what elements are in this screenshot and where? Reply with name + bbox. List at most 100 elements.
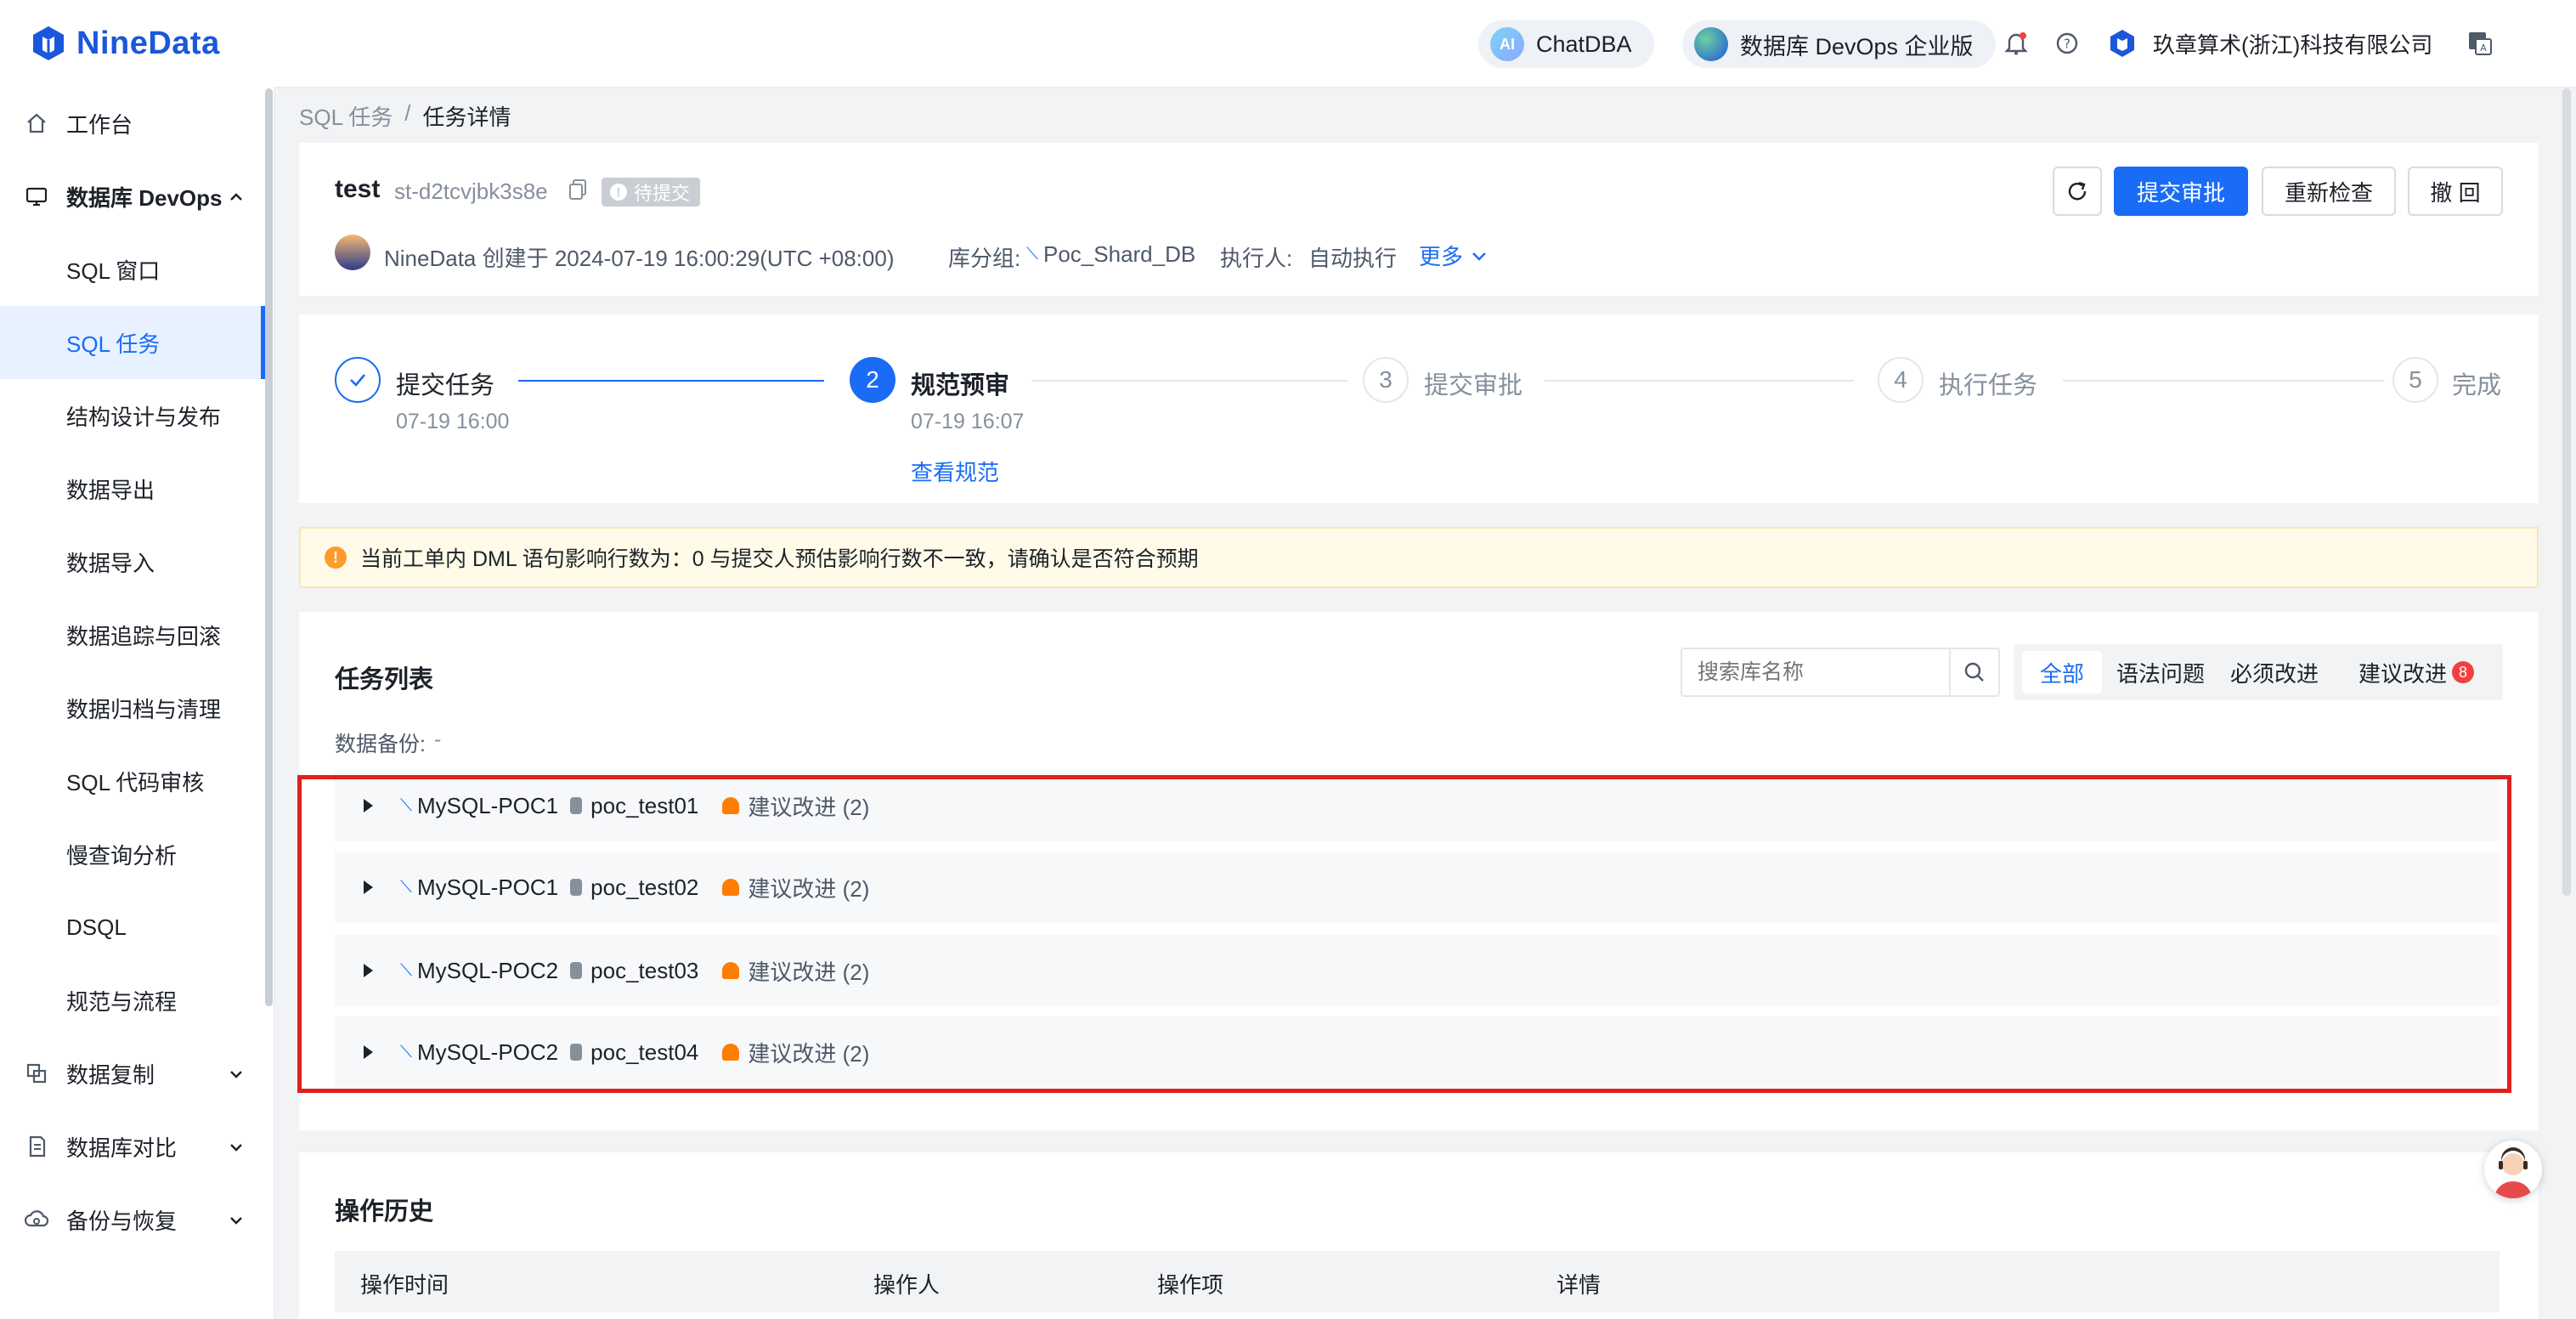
- sidebar-item-label: 规范与流程: [66, 988, 178, 1015]
- sidebar-item-label: 结构设计与发布: [66, 404, 222, 430]
- step-3-label: 提交审批: [1424, 372, 1523, 399]
- step-connector: [2063, 380, 2384, 382]
- submit-approval-button[interactable]: 提交审批: [2114, 167, 2248, 216]
- step-5-label: 完成: [2452, 372, 2502, 399]
- company-name: 玖章算术(浙江)科技有限公司: [2153, 31, 2433, 58]
- task-name: test: [335, 175, 381, 203]
- sidebar-item-label: 数据导入: [66, 550, 155, 576]
- chevron-down-icon: [228, 1062, 245, 1089]
- step-connector: [518, 380, 824, 382]
- refresh-icon: [2068, 181, 2087, 201]
- steps-card: [299, 314, 2539, 503]
- sidebar-item-label: 数据库对比: [66, 1135, 178, 1161]
- sidebar: 工作台 数据库 DevOps SQL 窗口 SQL 任务 结构设计与发布 数据导…: [0, 87, 275, 1319]
- highlight-box: [297, 775, 2511, 1093]
- main-scrollbar[interactable]: [2562, 88, 2571, 896]
- devops-edition-label: 数据库 DevOps 企业版: [1740, 33, 1974, 59]
- sidebar-item-replication[interactable]: 数据复制: [0, 1037, 265, 1110]
- sidebar-item-policy[interactable]: 规范与流程: [0, 964, 265, 1037]
- sidebar-item-data-archive[interactable]: 数据归档与清理: [0, 671, 265, 744]
- chatdba-button[interactable]: AI ChatDBA: [1478, 20, 1654, 68]
- backup-value: -: [433, 727, 442, 751]
- tab-all[interactable]: 全部: [2022, 651, 2102, 693]
- search-button[interactable]: [1949, 649, 1998, 695]
- group-value: ⟍ Poc_Shard_DB: [1026, 241, 1195, 268]
- more-label: 更多: [1419, 244, 1464, 269]
- chevron-up-icon: [228, 185, 245, 212]
- company-logo-icon: [2110, 30, 2134, 57]
- globe-icon: [1694, 27, 1728, 61]
- suggest-count-badge: 8: [2452, 661, 2474, 683]
- sidebar-item-label: 数据追踪与回滚: [66, 623, 222, 649]
- sidebar-item-sql-window[interactable]: SQL 窗口: [0, 233, 265, 306]
- company-switcher[interactable]: 玖章算术(浙江)科技有限公司: [2107, 25, 2432, 61]
- backup-info: 数据备份: -: [335, 727, 441, 758]
- svg-text:A: A: [2480, 42, 2487, 54]
- sidebar-item-data-export[interactable]: 数据导出: [0, 452, 265, 525]
- step-2-number: 2: [850, 357, 895, 403]
- breadcrumb: SQL 任务 / 任务详情: [299, 100, 511, 132]
- breadcrumb-separator: /: [404, 100, 411, 126]
- breadcrumb-current: 任务详情: [422, 105, 511, 130]
- more-button[interactable]: 更多: [1419, 240, 1489, 271]
- chevron-down-icon: [1472, 252, 1486, 261]
- refresh-button[interactable]: [2053, 167, 2102, 216]
- sidebar-item-schema-design[interactable]: 结构设计与发布: [0, 379, 265, 452]
- home-icon: [24, 110, 49, 136]
- sidebar-scrollbar[interactable]: [265, 88, 273, 1006]
- status-badge: ! 待提交: [602, 178, 701, 207]
- sidebar-item-slow-query[interactable]: 慢查询分析: [0, 818, 265, 891]
- sidebar-item-label: 数据导出: [66, 477, 155, 503]
- step-2-label: 规范预审: [911, 372, 1010, 399]
- sidebar-item-label: 数据库 DevOps: [66, 184, 223, 211]
- sidebar-item-sql-review[interactable]: SQL 代码审核: [0, 744, 265, 818]
- brand-name: NineData: [76, 25, 220, 61]
- step-1-check-icon: [335, 357, 381, 403]
- monitor-icon: [24, 184, 49, 209]
- recheck-button[interactable]: 重新检查: [2262, 167, 2396, 216]
- replicate-icon: [24, 1061, 49, 1086]
- db-search-input[interactable]: [1682, 649, 1949, 695]
- sidebar-item-label: 备份与恢复: [66, 1208, 178, 1234]
- sidebar-item-devops[interactable]: 数据库 DevOps: [0, 160, 265, 233]
- step-4-number: 4: [1878, 357, 1924, 403]
- column-header: 操作时间: [360, 1272, 449, 1298]
- sidebar-item-label: DSQL: [66, 914, 127, 940]
- step-5-number: 5: [2392, 357, 2438, 403]
- bell-icon[interactable]: [2002, 29, 2031, 58]
- sidebar-item-data-import[interactable]: 数据导入: [0, 525, 265, 598]
- sidebar-item-data-rollback[interactable]: 数据追踪与回滚: [0, 598, 265, 671]
- copy-icon[interactable]: [568, 178, 588, 205]
- ninedata-logo-icon: [33, 26, 64, 60]
- executor-label: 执行人:: [1220, 246, 1293, 271]
- sidebar-item-workbench[interactable]: 工作台: [0, 87, 265, 160]
- support-avatar-button[interactable]: [2484, 1141, 2542, 1198]
- tab-suggest-label: 建议改进: [2358, 660, 2447, 687]
- view-policy-link[interactable]: 查看规范: [911, 456, 999, 487]
- sidebar-item-label: SQL 代码审核: [66, 769, 205, 795]
- step-2-time: 07-19 16:07: [911, 410, 1025, 433]
- db-search-box: [1681, 648, 2000, 697]
- sidebar-item-backup[interactable]: 备份与恢复: [0, 1183, 265, 1256]
- language-icon[interactable]: A: [2466, 29, 2494, 58]
- sidebar-item-sql-task[interactable]: SQL 任务: [0, 306, 265, 379]
- sidebar-item-dsql[interactable]: DSQL: [0, 891, 265, 964]
- revoke-button[interactable]: 撤 回: [2408, 167, 2503, 216]
- alert-text: 当前工单内 DML 语句影响行数为：0 与提交人预估影响行数不一致，请确认是否符…: [360, 547, 1199, 571]
- tab-suggest[interactable]: 建议改进 8: [2335, 651, 2498, 693]
- devops-edition-button[interactable]: 数据库 DevOps 企业版: [1682, 20, 1996, 68]
- column-header: 操作项: [1157, 1272, 1224, 1298]
- help-icon[interactable]: ?: [2053, 29, 2082, 58]
- tab-syntax[interactable]: 语法问题: [2107, 651, 2214, 693]
- sidebar-item-compare[interactable]: 数据库对比: [0, 1110, 265, 1183]
- breadcrumb-parent[interactable]: SQL 任务: [299, 100, 393, 132]
- customer-service-icon: [2494, 1147, 2532, 1198]
- step-1-label: 提交任务: [396, 372, 495, 399]
- sidebar-item-label: SQL 任务: [66, 331, 161, 357]
- status-badge-label: 待提交: [634, 183, 691, 204]
- step-3-number: 3: [1363, 357, 1409, 403]
- tab-required[interactable]: 必须改进: [2221, 651, 2328, 693]
- mysql-icon: ⟍: [1026, 245, 1038, 263]
- brand-logo[interactable]: NineData: [29, 20, 220, 66]
- group-value-text: Poc_Shard_DB: [1043, 241, 1196, 267]
